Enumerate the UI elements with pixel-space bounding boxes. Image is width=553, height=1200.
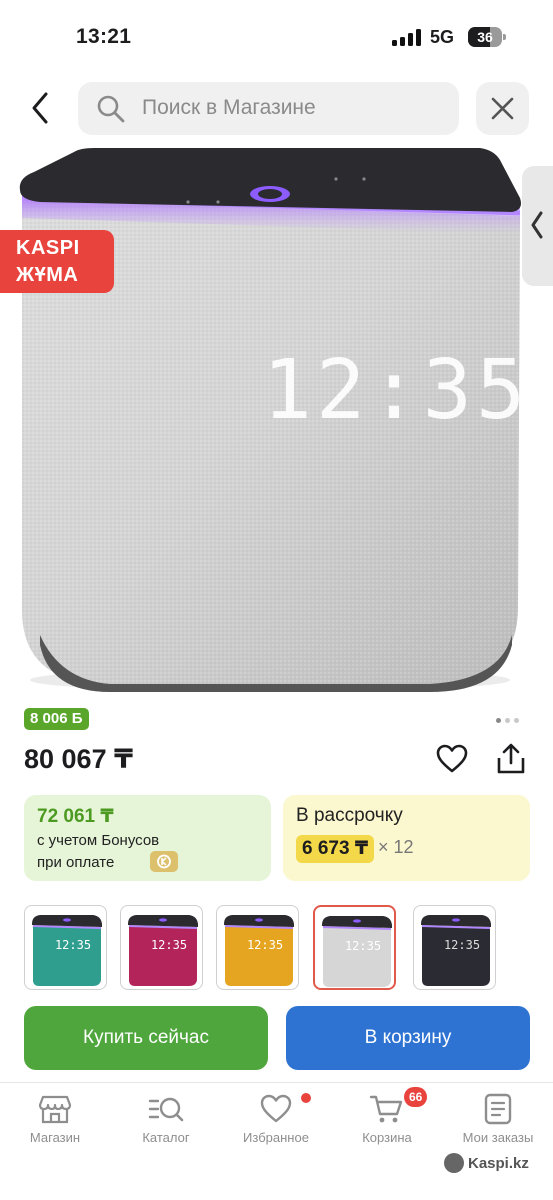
variant-image: 12:35 <box>224 915 294 986</box>
variant-time: 12:35 <box>444 938 480 952</box>
add-to-cart-button[interactable]: В корзину <box>286 1006 530 1070</box>
tab-store[interactable]: Магазин <box>0 1093 110 1145</box>
bonus-price: 72 061 ₸ <box>37 806 114 827</box>
signal-icon <box>392 29 422 46</box>
variant-image: 12:35 <box>32 915 102 986</box>
close-button[interactable] <box>476 82 529 135</box>
watermark: Kaspi.kz <box>444 1152 529 1176</box>
tab-label: Избранное <box>243 1130 309 1145</box>
variant-teal[interactable]: 12:35 <box>24 905 107 990</box>
display-time: 12:35 <box>263 343 530 438</box>
battery-level: 36 <box>477 29 493 45</box>
status-bar: 13:21 5G 36 <box>0 0 553 70</box>
side-panel-handle[interactable] <box>522 166 553 286</box>
tab-label: Магазин <box>29 1130 81 1145</box>
close-icon <box>491 97 514 120</box>
promo-badge[interactable]: KASPI ЖҰМА <box>0 230 114 293</box>
variant-image: 12:35 <box>421 915 491 986</box>
pager-dot <box>514 718 519 723</box>
product-image[interactable]: 12:35 <box>0 140 553 700</box>
bottom-tab-bar: Магазин Каталог Избранное 66 Корзина Мои… <box>0 1082 553 1200</box>
promo-line-1: KASPI <box>16 237 80 259</box>
bonus-price-card[interactable]: 72 061 ₸ с учетом Бонусов при оплате <box>24 795 271 881</box>
installment-monthly: 6 673 ₸ <box>296 835 375 863</box>
tab-label: Корзина <box>362 1130 412 1145</box>
variant-time: 12:35 <box>55 938 91 952</box>
variant-magenta[interactable]: 12:35 <box>120 905 203 990</box>
tab-cart[interactable]: 66 Корзина <box>332 1087 442 1145</box>
store-icon <box>38 1095 72 1124</box>
bonus-price-note-2: при оплате <box>37 854 115 871</box>
buy-now-button[interactable]: Купить сейчас <box>24 1006 268 1070</box>
variant-image: 12:35 <box>128 915 198 986</box>
product-price: 80 067 ₸ <box>24 744 133 774</box>
variant-time: 12:35 <box>151 938 187 952</box>
tab-catalog[interactable]: Каталог <box>111 1093 221 1145</box>
tab-orders[interactable]: Мои заказы <box>443 1093 553 1145</box>
tab-label: Мои заказы <box>462 1130 534 1145</box>
tab-favorites[interactable]: Избранное <box>221 1093 331 1145</box>
cart-icon <box>369 1095 403 1123</box>
favorites-dot <box>301 1093 311 1103</box>
heart-icon <box>436 744 468 773</box>
variant-image: 12:35 <box>322 916 392 987</box>
favorite-button[interactable] <box>436 744 468 779</box>
variant-time: 12:35 <box>345 939 381 953</box>
installment-card[interactable]: В рассрочку 6 673 ₸ × 12 <box>283 795 530 881</box>
catalog-search-icon <box>148 1097 184 1122</box>
search-icon <box>97 95 125 123</box>
image-pager[interactable] <box>496 710 523 728</box>
share-icon <box>497 743 525 774</box>
pager-dot <box>496 718 501 723</box>
network-type: 5G <box>430 27 455 47</box>
kaspi-logo-icon <box>444 1153 464 1174</box>
orders-icon <box>484 1093 512 1125</box>
chevron-left-icon <box>531 211 543 239</box>
pager-dot <box>505 718 510 723</box>
cart-badge: 66 <box>404 1087 428 1107</box>
tab-label: Каталог <box>142 1130 190 1145</box>
watermark-text: Kaspi.kz <box>468 1155 529 1172</box>
variant-light-grey[interactable]: 12:35 <box>313 905 396 990</box>
bonus-badge: 8 006 Б <box>24 708 89 730</box>
installment-months: × 12 <box>378 837 414 857</box>
search-input[interactable]: Поиск в Магазине <box>78 82 459 135</box>
battery-icon: 36 <box>468 27 506 47</box>
variant-yellow[interactable]: 12:35 <box>216 905 299 990</box>
back-button[interactable] <box>24 88 60 128</box>
variant-time: 12:35 <box>247 938 283 952</box>
share-button[interactable] <box>495 742 527 781</box>
installment-title: В рассрочку <box>296 805 403 826</box>
chevron-left-icon <box>32 92 48 124</box>
bonus-price-note: с учетом Бонусов <box>37 832 160 849</box>
heart-icon <box>260 1094 292 1123</box>
status-time: 13:21 <box>76 25 132 48</box>
variant-black[interactable]: 12:35 <box>413 905 496 990</box>
promo-line-2: ЖҰМА <box>16 264 79 286</box>
search-placeholder: Поиск в Магазине <box>142 96 316 119</box>
kaspi-icon <box>150 851 178 872</box>
